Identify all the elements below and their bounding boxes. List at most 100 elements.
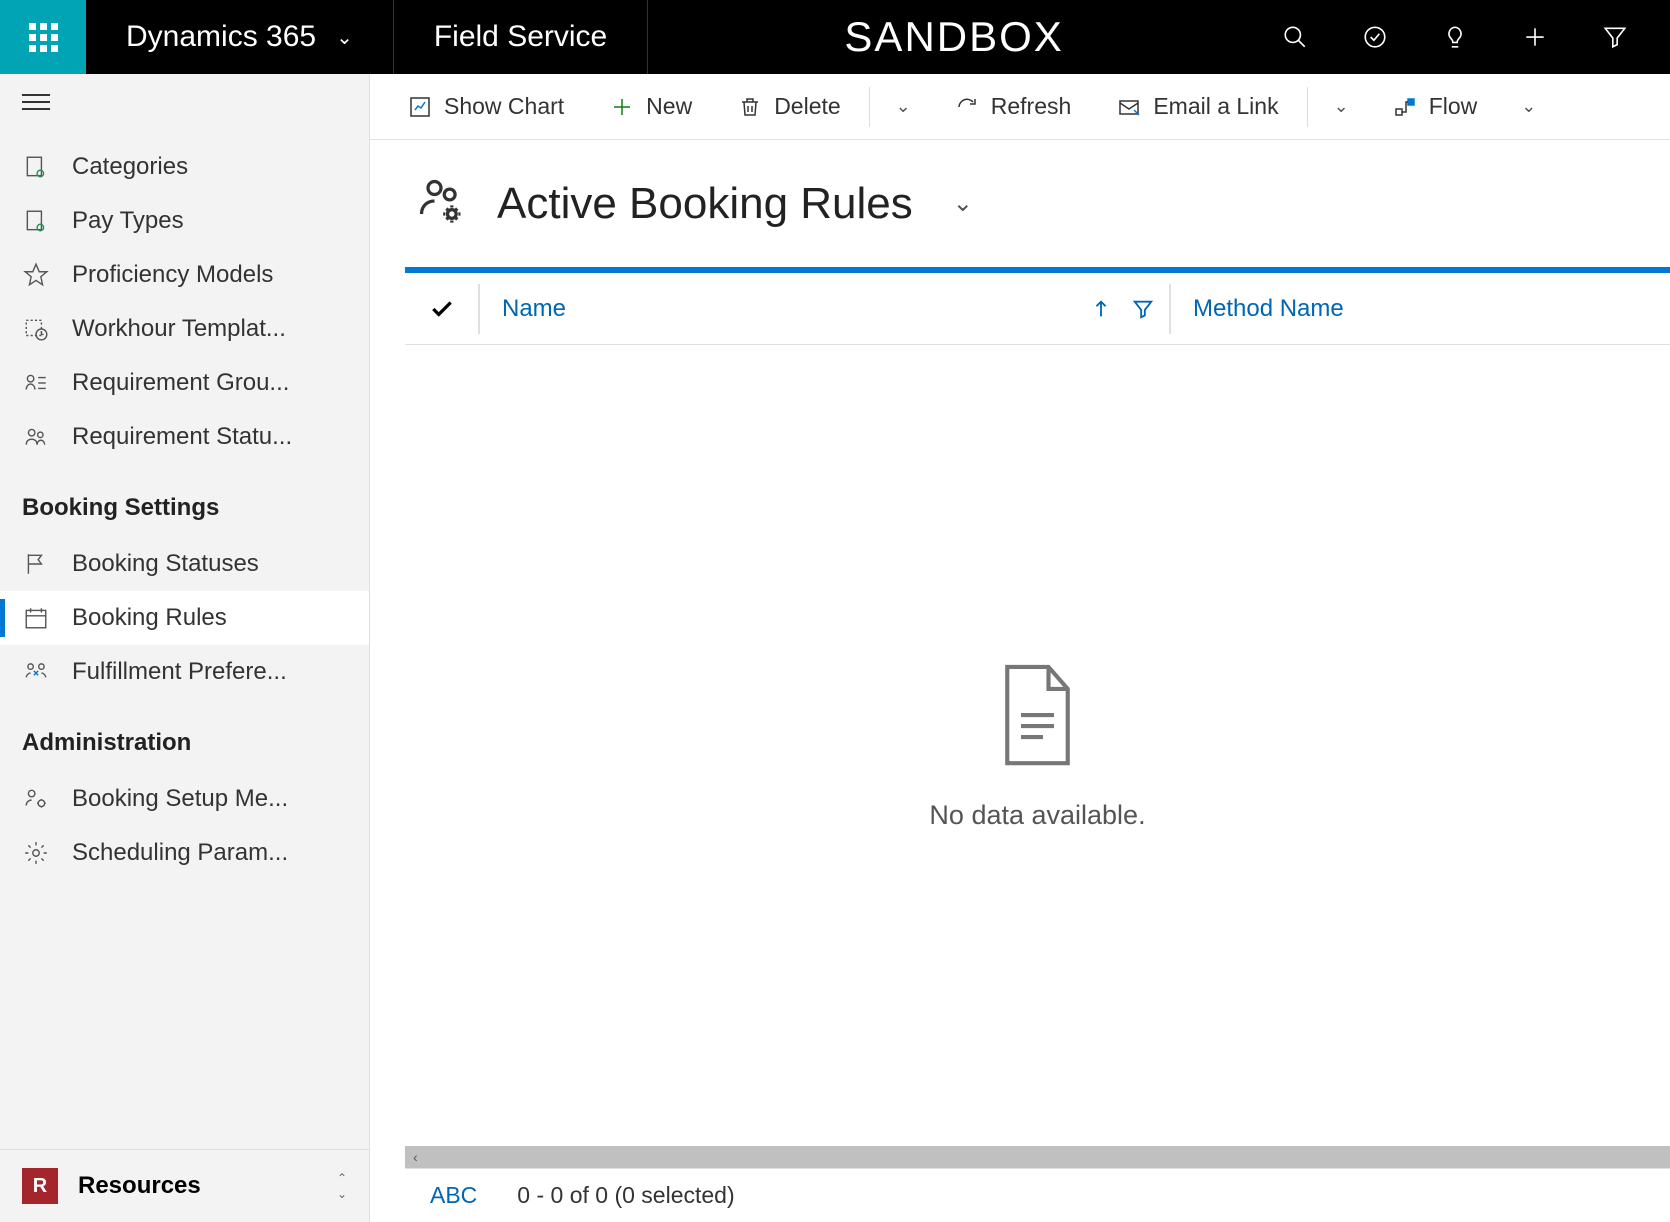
checkmark-icon	[429, 296, 455, 322]
show-chart-button[interactable]: Show Chart	[390, 83, 582, 130]
top-nav: Dynamics 365 ⌄ Field Service SANDBOX	[0, 0, 1670, 74]
empty-message: No data available.	[929, 800, 1145, 831]
sidebar-item-scheduling-parameters[interactable]: Scheduling Param...	[0, 826, 369, 880]
sidebar-item-proficiency-models[interactable]: Proficiency Models	[0, 248, 369, 302]
search-button[interactable]	[1260, 0, 1330, 74]
nav-icon-group	[1260, 0, 1670, 74]
add-button[interactable]	[1500, 0, 1570, 74]
alpha-jump-button[interactable]: ABC	[430, 1182, 477, 1209]
task-button[interactable]	[1340, 0, 1410, 74]
chart-icon	[408, 95, 432, 119]
sidebar-item-label: Fulfillment Prefere...	[72, 658, 287, 686]
delete-dropdown[interactable]: ⌄	[880, 86, 927, 127]
cmd-label: New	[646, 93, 692, 120]
sidebar-item-label: Scheduling Param...	[72, 839, 288, 867]
funnel-icon	[1602, 24, 1628, 50]
search-icon	[1282, 24, 1308, 50]
filter-button[interactable]	[1580, 0, 1650, 74]
sidebar-item-label: Booking Setup Me...	[72, 785, 288, 813]
area-chevron-icon: ⌃⌄	[337, 1171, 347, 1201]
calendar-icon	[22, 604, 50, 632]
email-dropdown[interactable]: ⌄	[1318, 86, 1365, 127]
flow-dropdown[interactable]: ⌄	[1505, 86, 1552, 127]
people-gear-icon	[415, 175, 467, 232]
trash-icon	[738, 95, 762, 119]
email-icon	[1117, 95, 1141, 119]
star-icon	[22, 261, 50, 289]
flow-button[interactable]: Flow	[1375, 83, 1496, 130]
scroll-left-icon: ‹	[413, 1149, 418, 1165]
horizontal-scrollbar[interactable]: ‹	[405, 1146, 1670, 1168]
column-header-method-name[interactable]: Method Name	[1171, 284, 1670, 334]
chevron-down-icon: ⌄	[336, 25, 353, 50]
sidebar-item-label: Booking Statuses	[72, 550, 259, 578]
cmd-label: Flow	[1429, 93, 1478, 120]
separator	[1307, 87, 1308, 127]
sidebar-item-categories[interactable]: Categories	[0, 140, 369, 194]
cmd-label: Refresh	[991, 93, 1072, 120]
sidebar-item-label: Categories	[72, 153, 188, 181]
sidebar-item-workhour-templates[interactable]: Workhour Templat...	[0, 302, 369, 356]
hamburger-icon	[22, 94, 50, 110]
sidebar-item-fulfillment-preferences[interactable]: Fulfillment Prefere...	[0, 645, 369, 699]
content-area: Show Chart New Delete ⌄ Refresh Email a …	[370, 74, 1670, 1222]
sidebar: Categories Pay Types Proficiency Models …	[0, 74, 370, 1222]
sidebar-item-label: Proficiency Models	[72, 261, 273, 289]
data-grid: Name Method Name No data available. ‹	[405, 267, 1670, 1222]
sidebar-item-requirement-groups[interactable]: Requirement Grou...	[0, 356, 369, 410]
waffle-icon	[29, 23, 58, 52]
grid-header-row: Name Method Name	[405, 273, 1670, 345]
filter-icon[interactable]	[1132, 298, 1154, 320]
sidebar-section-administration: Administration	[0, 699, 369, 772]
view-title: Active Booking Rules	[497, 179, 913, 229]
plus-icon	[1522, 24, 1548, 50]
sidebar-item-label: Requirement Grou...	[72, 369, 289, 397]
calendar-clock-icon	[22, 315, 50, 343]
people-gear-icon	[22, 785, 50, 813]
refresh-button[interactable]: Refresh	[937, 83, 1090, 130]
cmd-label: Show Chart	[444, 93, 564, 120]
assistant-button[interactable]	[1420, 0, 1490, 74]
view-header: Active Booking Rules ⌄	[370, 140, 1670, 267]
plus-icon	[610, 95, 634, 119]
column-name-controls	[1090, 284, 1171, 334]
gear-icon	[22, 839, 50, 867]
sidebar-item-label: Requirement Statu...	[72, 423, 292, 451]
lightbulb-icon	[1442, 24, 1468, 50]
document-person-icon	[22, 153, 50, 181]
view-selector-dropdown[interactable]: ⌄	[953, 189, 973, 218]
sidebar-item-pay-types[interactable]: Pay Types	[0, 194, 369, 248]
cmd-label: Email a Link	[1153, 93, 1278, 120]
column-header-name[interactable]: Name	[480, 284, 1090, 334]
module-label[interactable]: Field Service	[394, 0, 648, 74]
people-icon	[22, 423, 50, 451]
refresh-icon	[955, 95, 979, 119]
select-all-checkbox[interactable]	[405, 284, 480, 334]
sidebar-item-booking-rules[interactable]: Booking Rules	[0, 591, 369, 645]
sidebar-scroll[interactable]: Categories Pay Types Proficiency Models …	[0, 130, 369, 1149]
sidebar-item-booking-setup-metadata[interactable]: Booking Setup Me...	[0, 772, 369, 826]
sidebar-item-requirement-statuses[interactable]: Requirement Statu...	[0, 410, 369, 464]
checkmark-circle-icon	[1362, 24, 1388, 50]
email-link-button[interactable]: Email a Link	[1099, 83, 1296, 130]
delete-button[interactable]: Delete	[720, 83, 858, 130]
area-switcher[interactable]: R Resources ⌃⌄	[0, 1149, 369, 1222]
person-list-icon	[22, 369, 50, 397]
command-bar: Show Chart New Delete ⌄ Refresh Email a …	[370, 74, 1670, 140]
empty-document-icon	[995, 660, 1080, 775]
sidebar-item-booking-statuses[interactable]: Booking Statuses	[0, 537, 369, 591]
brand-label: Dynamics 365	[126, 20, 316, 54]
column-label: Name	[502, 295, 566, 323]
flow-icon	[1393, 95, 1417, 119]
column-label: Method Name	[1193, 295, 1344, 323]
sort-ascending-icon[interactable]	[1090, 298, 1112, 320]
new-button[interactable]: New	[592, 83, 710, 130]
brand-switcher[interactable]: Dynamics 365 ⌄	[86, 0, 394, 74]
sidebar-toggle-button[interactable]	[0, 74, 369, 130]
app-launcher-button[interactable]	[0, 0, 86, 74]
sidebar-item-label: Workhour Templat...	[72, 315, 286, 343]
document-person-icon	[22, 207, 50, 235]
people-swap-icon	[22, 658, 50, 686]
flag-icon	[22, 550, 50, 578]
sidebar-section-booking-settings: Booking Settings	[0, 464, 369, 537]
